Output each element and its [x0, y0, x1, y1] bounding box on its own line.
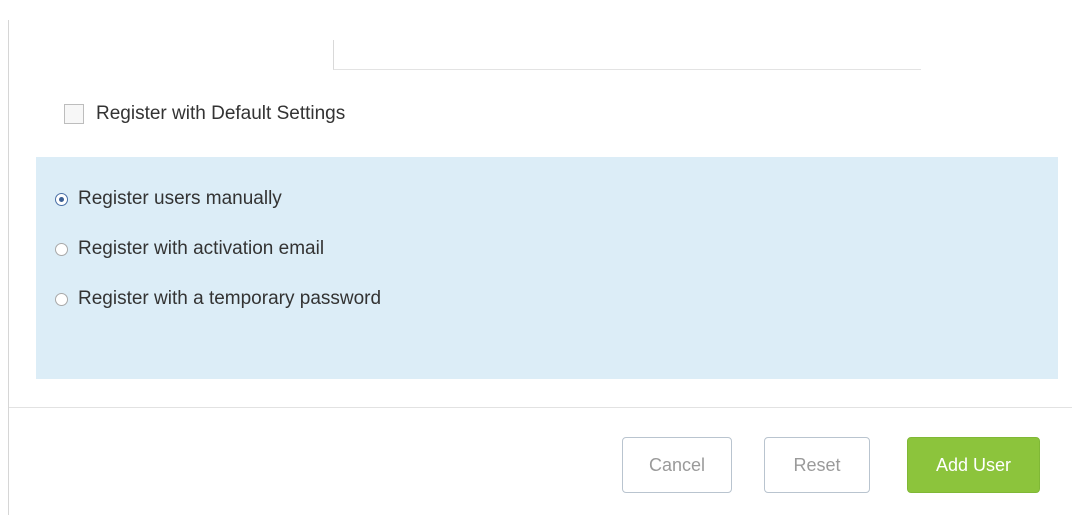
radio-label-manual: Register users manually: [78, 188, 282, 209]
default-settings-option[interactable]: Register with Default Settings: [64, 101, 345, 127]
radio-button-activation-email[interactable]: [55, 242, 68, 256]
add-user-dialog: Register with Default Settings Register …: [0, 0, 1072, 515]
default-settings-checkbox[interactable]: [64, 104, 84, 124]
radio-option-temporary-password[interactable]: Register with a temporary password: [55, 287, 381, 311]
default-settings-label: Register with Default Settings: [96, 103, 346, 124]
radio-button-manual[interactable]: [55, 192, 68, 206]
radio-option-activation-email[interactable]: Register with activation email: [55, 237, 324, 261]
registration-options-panel: Register users manually Register with ac…: [36, 157, 1058, 379]
add-user-button[interactable]: Add User: [907, 437, 1040, 493]
dialog-left-border: [8, 20, 9, 515]
radio-button-temporary-password[interactable]: [55, 292, 68, 306]
radio-label-activation-email: Register with activation email: [78, 238, 325, 259]
input-field-edge: [333, 40, 921, 70]
footer-divider: [9, 407, 1072, 408]
radio-label-temporary-password: Register with a temporary password: [78, 288, 382, 309]
radio-option-manual[interactable]: Register users manually: [55, 187, 282, 211]
reset-button[interactable]: Reset: [764, 437, 870, 493]
cancel-button[interactable]: Cancel: [622, 437, 732, 493]
